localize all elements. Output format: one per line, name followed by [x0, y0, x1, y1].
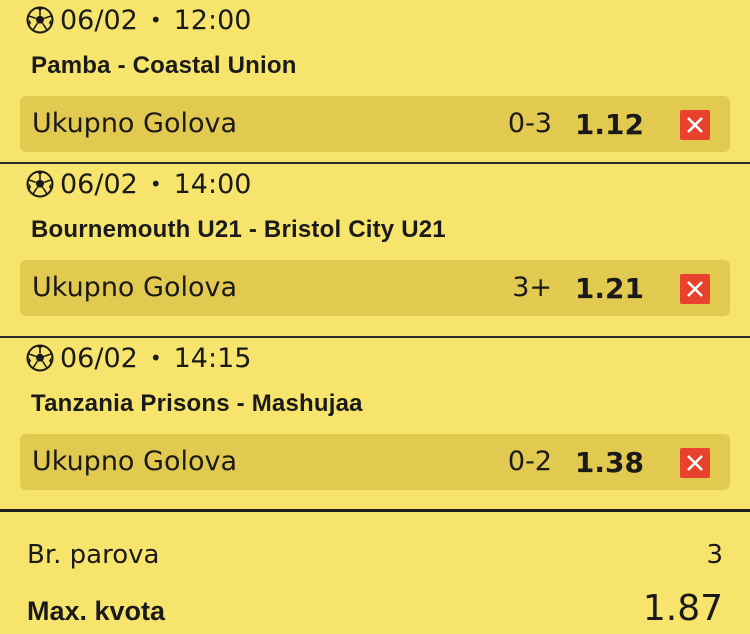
bet-item: 06/02 • 14:00 Bournemouth U21 - Bristol …	[0, 164, 750, 338]
bet-separator: •	[149, 172, 162, 196]
bet-date: 06/02	[60, 4, 138, 36]
market-row: Ukupno Golova 0-3 1.12	[20, 96, 730, 152]
max-odd-label: Max. kvota	[27, 596, 166, 626]
close-icon	[687, 117, 703, 133]
close-icon	[687, 281, 703, 297]
pairs-count-label: Br. parova	[27, 540, 160, 570]
bet-separator: •	[149, 8, 162, 32]
market-pick: 3+	[512, 272, 552, 303]
bet-separator: •	[149, 346, 162, 370]
match-name: Tanzania Prisons - Mashujaa	[31, 390, 363, 417]
market-label: Ukupno Golova	[32, 108, 238, 139]
close-icon	[687, 455, 703, 471]
match-name: Bournemouth U21 - Bristol City U21	[31, 216, 446, 243]
market-label: Ukupno Golova	[32, 272, 238, 303]
bet-header: 06/02 • 14:00	[26, 168, 251, 200]
market-odd: 1.21	[574, 272, 644, 305]
pairs-count-value: 3	[706, 540, 723, 570]
bet-time: 12:00	[173, 4, 252, 36]
market-pick: 0-3	[507, 108, 552, 139]
market-label: Ukupno Golova	[32, 446, 238, 477]
match-name: Pamba - Coastal Union	[31, 52, 297, 79]
market-row: Ukupno Golova 0-2 1.38	[20, 434, 730, 490]
pairs-count-row: Br. parova 3	[27, 540, 723, 570]
bet-time: 14:15	[173, 342, 252, 374]
max-odd-value: 1.87	[642, 588, 723, 629]
soccer-ball-icon	[26, 344, 54, 372]
bet-date: 06/02	[60, 342, 138, 374]
market-pick: 0-2	[507, 446, 552, 477]
bet-header: 06/02 • 14:15	[26, 342, 251, 374]
bet-time: 14:00	[173, 168, 252, 200]
bet-date: 06/02	[60, 168, 138, 200]
remove-bet-button[interactable]	[680, 110, 710, 140]
market-odd: 1.12	[574, 108, 644, 141]
ticket-summary: Br. parova 3 Max. kvota 1.87	[0, 516, 750, 634]
remove-bet-button[interactable]	[680, 274, 710, 304]
bet-item: 06/02 • 14:15 Tanzania Prisons - Mashuja…	[0, 338, 750, 512]
soccer-ball-icon	[26, 6, 54, 34]
remove-bet-button[interactable]	[680, 448, 710, 478]
bet-item: 06/02 • 12:00 Pamba - Coastal Union Ukup…	[0, 0, 750, 164]
soccer-ball-icon	[26, 170, 54, 198]
market-row: Ukupno Golova 3+ 1.21	[20, 260, 730, 316]
market-odd: 1.38	[574, 446, 644, 479]
bet-header: 06/02 • 12:00	[26, 4, 251, 36]
max-odd-row: Max. kvota 1.87	[27, 588, 723, 629]
